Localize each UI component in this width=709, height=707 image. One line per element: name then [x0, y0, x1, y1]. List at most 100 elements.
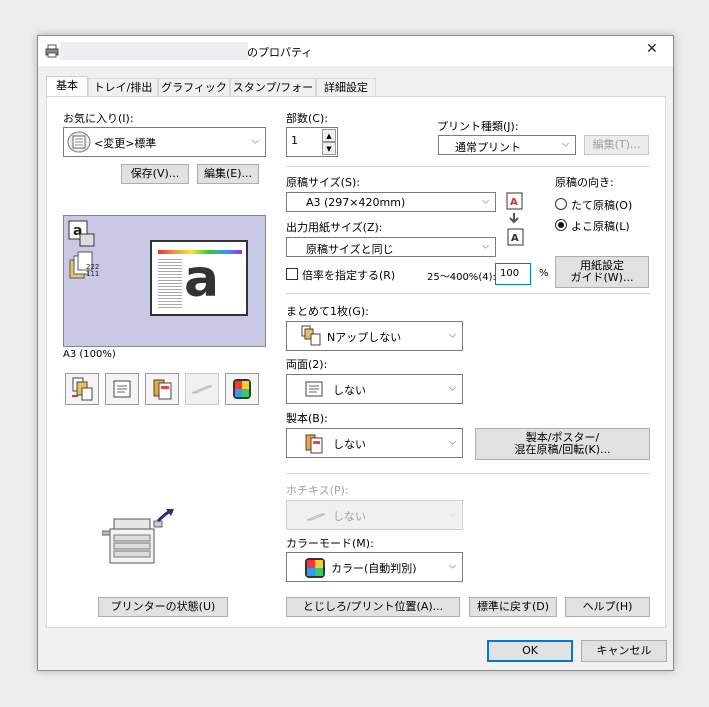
- duplex-select[interactable]: しない ⌵: [286, 374, 463, 404]
- booklet-poster-button[interactable]: 製本/ポスター/ 混在原稿/回転(K)...: [475, 428, 650, 460]
- tab-graphics[interactable]: グラフィックス: [158, 78, 230, 112]
- properties-dialog: のプロパティ ✕ 基本 トレイ/排出 グラフィックス スタンプ/フォーム 詳細設…: [37, 35, 674, 671]
- booklet-select[interactable]: しない ⌵: [286, 428, 463, 458]
- nup-select[interactable]: Nアップしない ⌵: [286, 321, 463, 351]
- color-mode-icon: [233, 379, 251, 399]
- nup-value: Nアップしない: [327, 331, 402, 344]
- svg-text:A: A: [511, 233, 519, 244]
- size-conversion-icon: A A: [506, 192, 524, 246]
- copies-label: 部数(C):: [286, 112, 328, 125]
- chevron-down-icon: ⌵: [449, 509, 456, 520]
- orientation-label: 原稿の向き:: [555, 176, 614, 189]
- zoom-checkbox[interactable]: [286, 268, 298, 280]
- duplex-icon: [113, 380, 131, 398]
- original-size-value: A3 (297×420mm): [306, 196, 406, 209]
- copies-value: 1: [291, 134, 298, 147]
- tray-count: 222 111: [86, 263, 100, 278]
- nup-label: まとめて1枚(G):: [286, 305, 369, 318]
- staple-label: ホチキス(P):: [286, 484, 349, 497]
- color-mode-value: カラー(自動判別): [331, 562, 417, 575]
- landscape-radio[interactable]: [555, 219, 567, 231]
- tab-panel: お気に入り(I): <変更>標準 ⌵ 保存(V)... 編集(E)... a 2…: [46, 96, 666, 628]
- tab-basic[interactable]: 基本: [46, 76, 88, 97]
- help-button[interactable]: ヘルプ(H): [565, 597, 650, 617]
- window-title: のプロパティ: [247, 46, 313, 59]
- booklet-button-line2: 混在原稿/回転(K)...: [514, 443, 611, 456]
- binding-position-button[interactable]: とじしろ/プリント位置(A)...: [286, 597, 460, 617]
- print-type-select[interactable]: 通常プリント ⌵: [438, 135, 576, 155]
- duplex-shortcut-button[interactable]: [105, 373, 139, 405]
- booklet-icon: [153, 379, 172, 400]
- title-bar: のプロパティ ✕: [38, 36, 673, 66]
- increment-arrow-icon[interactable]: ▲: [322, 129, 336, 142]
- chevron-down-icon: ⌵: [482, 241, 489, 252]
- output-size-select[interactable]: 原稿サイズと同じ ⌵: [286, 237, 496, 257]
- preview-caption: A3 (100%): [63, 349, 116, 360]
- printer-illustration: [102, 509, 174, 564]
- portrait-label: たて原稿(O): [571, 199, 633, 212]
- original-size-label: 原稿サイズ(S):: [286, 176, 360, 189]
- print-type-label: プリント種類(J):: [437, 120, 519, 133]
- staple-icon: [191, 385, 213, 394]
- chevron-down-icon: ⌵: [562, 139, 569, 150]
- zoom-range: 25〜400%(4):: [427, 272, 496, 283]
- nup-icon: [72, 377, 93, 401]
- original-a-icon: a: [68, 220, 95, 247]
- tab-stamp-form[interactable]: スタンプ/フォーム: [230, 78, 316, 112]
- preview-page: a: [150, 240, 248, 316]
- standard-profile-icon: [67, 131, 91, 153]
- restore-defaults-button[interactable]: 標準に戻す(D): [469, 597, 557, 617]
- portrait-radio[interactable]: [555, 198, 567, 210]
- duplex-value: しない: [333, 384, 366, 397]
- separator: [286, 166, 650, 167]
- copies-spinner[interactable]: 1 ▲ ▼: [286, 127, 338, 157]
- separator: [286, 293, 650, 294]
- booklet-value: しない: [333, 438, 366, 451]
- output-size-label: 出力用紙サイズ(Z):: [286, 221, 383, 234]
- tab-tray-output[interactable]: トレイ/排出: [88, 78, 158, 97]
- separator: [286, 473, 650, 474]
- duplex-label: 両面(2):: [286, 358, 328, 371]
- zoom-label: 倍率を指定する(R): [302, 269, 396, 282]
- print-type-edit-button[interactable]: 編集(T)...: [584, 135, 649, 155]
- chevron-down-icon: ⌵: [252, 136, 259, 147]
- color-shortcut-button[interactable]: [225, 373, 259, 405]
- zoom-input[interactable]: 100: [495, 263, 531, 285]
- zoom-unit: %: [539, 268, 549, 279]
- edit-favorite-button[interactable]: 編集(E)...: [197, 164, 259, 184]
- favorites-label: お気に入り(I):: [63, 112, 134, 125]
- print-type-value: 通常プリント: [455, 141, 521, 154]
- duplex-icon: [305, 381, 323, 397]
- printer-icon: [45, 44, 59, 58]
- tab-advanced[interactable]: 詳細設定: [316, 78, 376, 97]
- save-favorite-button[interactable]: 保存(V)...: [121, 164, 189, 184]
- output-size-value: 原稿サイズと同じ: [306, 243, 394, 256]
- staple-icon: [306, 513, 326, 521]
- decrement-arrow-icon[interactable]: ▼: [322, 142, 336, 155]
- booklet-label: 製本(B):: [286, 412, 328, 425]
- booklet-shortcut-button[interactable]: [145, 373, 179, 405]
- staple-value: しない: [333, 510, 366, 523]
- chevron-down-icon: ⌵: [449, 561, 456, 572]
- favorites-select[interactable]: <変更>標準 ⌵: [63, 127, 266, 157]
- preview-glyph: a: [184, 249, 220, 309]
- color-mode-select[interactable]: カラー(自動判別) ⌵: [286, 552, 463, 582]
- favorites-value: <変更>標準: [94, 137, 157, 150]
- paper-guide-button[interactable]: 用紙設定 ガイド(W)...: [555, 256, 649, 288]
- printer-status-button[interactable]: プリンターの状態(U): [98, 597, 228, 617]
- booklet-icon: [305, 434, 323, 454]
- close-icon[interactable]: ✕: [646, 41, 658, 57]
- staple-select[interactable]: しない ⌵: [286, 500, 463, 530]
- ok-button[interactable]: OK: [487, 640, 573, 662]
- staple-shortcut-button[interactable]: [185, 373, 219, 405]
- color-mode-icon: [305, 558, 325, 578]
- nup-icon: [301, 325, 321, 346]
- title-redacted: [60, 42, 248, 60]
- chevron-down-icon: ⌵: [449, 383, 456, 394]
- landscape-label: よこ原稿(L): [571, 220, 630, 233]
- original-size-select[interactable]: A3 (297×420mm) ⌵: [286, 192, 496, 212]
- nup-shortcut-button[interactable]: [65, 373, 99, 405]
- gray-pattern: [158, 258, 182, 308]
- cancel-button[interactable]: キャンセル: [581, 640, 667, 662]
- chevron-down-icon: ⌵: [449, 437, 456, 448]
